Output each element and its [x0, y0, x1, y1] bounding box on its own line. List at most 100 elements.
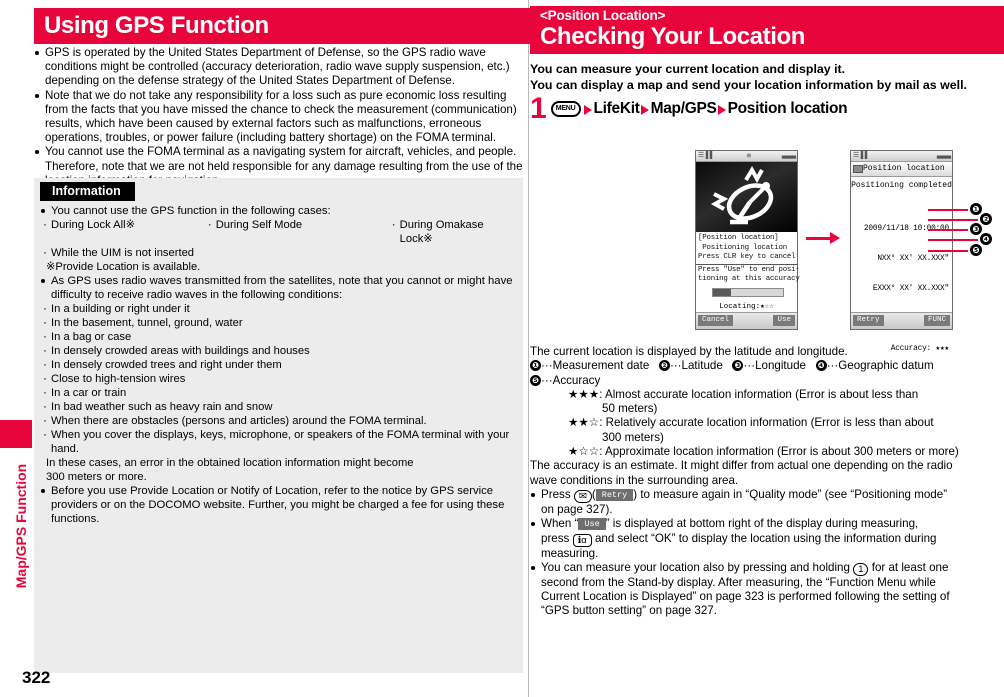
- arrow-right-icon: [583, 105, 592, 115]
- left-bullet: GPS is operated by the United States Dep…: [34, 46, 523, 89]
- note2-line-2: press ℹα and select “OK” to display the …: [530, 532, 1004, 547]
- right-column: <Position Location> Checking Your Locati…: [530, 0, 1004, 697]
- note3-text-a: You can measure your location also by pr…: [541, 560, 850, 574]
- lead-line-1: You can measure your current location an…: [530, 62, 846, 76]
- callout-leader-2: [928, 219, 978, 221]
- information-tag: Information: [40, 182, 135, 201]
- right-banner-title: Checking Your Location: [540, 23, 806, 51]
- step-1-row: 1 MENU LifeKit Map/GPS Position location: [530, 94, 1004, 124]
- phone2-title-text: Position location: [863, 164, 945, 173]
- phone1-status-bar: ☰▐▐ ✵ ▃▃▃: [696, 151, 797, 162]
- info-condition: In bad weather such as heavy rain and sn…: [40, 399, 515, 414]
- callout-number-1: ❶: [970, 203, 982, 215]
- one-key-icon: 1: [853, 562, 869, 576]
- info-condition: Close to high-tension wires: [40, 371, 515, 386]
- info-bullet-2: As GPS uses radio waves transmitted from…: [40, 274, 515, 302]
- softkey-cancel[interactable]: Cancel: [698, 315, 734, 326]
- phone1-message-block-2: Press "Use" to end posi- tioning at this…: [696, 263, 800, 284]
- info-condition: In densely crowded trees and right under…: [40, 357, 515, 372]
- info-condition: When you cover the displays, keys, micro…: [40, 427, 515, 456]
- legend-marker-2: ❷: [658, 360, 670, 372]
- legend-marker-1: ❶: [530, 360, 541, 372]
- arrow-right-icon: [717, 105, 726, 115]
- info-condition: When there are obstacles (persons and ar…: [40, 413, 515, 428]
- info-case: During Lock All※: [40, 217, 205, 246]
- data-line-latitude: NXX° XX' XX.XXX": [877, 255, 949, 263]
- signal-icon: ☰▐▐: [698, 152, 712, 159]
- info-case: During Omakase Lock※: [389, 217, 515, 246]
- data-line-longitude: EXXX° XX' XX.XXX": [872, 285, 949, 293]
- info-case: During Self Mode: [205, 217, 389, 246]
- info-condition: In a building or right under it: [40, 301, 515, 316]
- body-intro: The current location is displayed by the…: [530, 345, 848, 358]
- callout-number-4: ❹: [980, 233, 992, 245]
- note-bullet-2: When “Use” is displayed at bottom right …: [530, 517, 1004, 531]
- left-section-banner: Using GPS Function: [34, 8, 541, 45]
- callout-number-2: ❷: [980, 213, 992, 225]
- callout-number-5: ❺: [970, 244, 982, 256]
- measuring-progress-fill: [713, 289, 731, 296]
- softkey-retry[interactable]: Retry: [853, 315, 884, 326]
- locating-label: Locating:: [719, 303, 761, 311]
- left-column: Using GPS Function GPS is operated by th…: [0, 0, 541, 697]
- callout-leader-3: [928, 229, 968, 231]
- right-section-banner: <Position Location> Checking Your Locati…: [530, 6, 1004, 55]
- info-case: While the UIM is not inserted: [40, 245, 515, 260]
- legend-label-4: Geographic datum: [838, 359, 934, 373]
- side-tab-label: Map/GPS Function: [13, 463, 29, 589]
- info-footnote: ※Provide Location is available.: [46, 261, 201, 273]
- retry-softkey-icon: Retry: [595, 488, 634, 501]
- callout-leader-1: [928, 209, 968, 211]
- accuracy-cont-3: 50 meters): [602, 402, 658, 416]
- locating-status: Locating:★☆☆: [696, 301, 797, 311]
- accuracy-stars-2: ★★☆: [568, 416, 600, 430]
- phone2-softkey-bar: Retry FUNC: [851, 312, 952, 329]
- info-condition: In the basement, tunnel, ground, water: [40, 315, 515, 330]
- accuracy-text-3: Almost accurate location information (Er…: [605, 387, 919, 401]
- mail-key-icon: ✉: [573, 489, 592, 503]
- callout-leader-5: [928, 250, 968, 252]
- note3-text-c: second from the Stand-by display. After …: [541, 575, 936, 589]
- accuracy-row-3stars: ★★★: Almost accurate location informatio…: [568, 387, 919, 401]
- estimate-line-1: The accuracy is an estimate. It might di…: [530, 459, 953, 473]
- callout-number-3: ❸: [970, 223, 982, 235]
- note1-text-b: ) to measure again in “Quality mode” (se…: [633, 487, 948, 501]
- step-item-position-location: Position location: [727, 100, 848, 117]
- battery-icon: ▃▃▃: [936, 152, 951, 159]
- arrow-right-icon: [640, 105, 649, 115]
- i-alpha-key-icon: ℹα: [572, 533, 592, 547]
- info-bullet-3: Before you use Provide Location or Notif…: [40, 484, 515, 526]
- signal-icon: ☰▐▐: [853, 152, 867, 159]
- note-bullet-3: You can measure your location also by pr…: [530, 561, 1004, 576]
- note1-text-c: on page 327).: [541, 502, 613, 516]
- folder-icon: [853, 165, 863, 173]
- legend-marker-4: ❹: [815, 360, 827, 372]
- note-bullet-1: Press ✉(Retry) to measure again in “Qual…: [530, 488, 1004, 503]
- right-banner-subtitle: <Position Location>: [540, 8, 666, 23]
- estimate-line-2: wave conditions in the surrounding area.: [530, 473, 739, 487]
- note2-text-c2: and select “OK” to display the location …: [594, 531, 937, 545]
- side-tab-marker: [0, 420, 32, 448]
- accuracy-stars-1: ★☆☆: [568, 445, 600, 459]
- info-after-2: 300 meters or more.: [46, 471, 147, 483]
- softkey-func[interactable]: FUNC: [923, 315, 950, 326]
- right-lead-text: You can measure your current location an…: [530, 62, 1004, 93]
- accuracy-text-2: Relatively accurate location information…: [605, 416, 934, 430]
- note2-text-b: ” is displayed at bottom right of the di…: [605, 517, 919, 531]
- accuracy-row-2stars: ★★☆: Relatively accurate location inform…: [568, 416, 934, 430]
- transition-arrow: [806, 232, 840, 244]
- softkey-use[interactable]: Use: [773, 315, 795, 326]
- left-banner-title: Using GPS Function: [44, 12, 269, 39]
- legend-label-2: Latitude: [681, 359, 723, 373]
- phone2-status-bar: ☰▐▐ ▃▃▃: [851, 151, 952, 162]
- satellite-dish-illustration: [696, 162, 797, 232]
- information-body: You cannot use the GPS function in the f…: [34, 204, 523, 526]
- locating-stars: ★☆☆: [760, 303, 774, 311]
- note2-text-a: When “: [541, 517, 579, 531]
- note3-text-b: for at least one: [871, 560, 949, 574]
- accuracy-row-1star: ★☆☆: Approximate location information (E…: [568, 445, 959, 459]
- phone-screen-measuring: ☰▐▐ ✵ ▃▃▃ [Position location] Positionin…: [695, 150, 800, 330]
- manual-page: Using GPS Function GPS is operated by th…: [0, 0, 1004, 697]
- info-after-1: In these cases, an error in the obtained…: [46, 457, 414, 469]
- info-condition: In densely crowded areas with buildings …: [40, 343, 515, 358]
